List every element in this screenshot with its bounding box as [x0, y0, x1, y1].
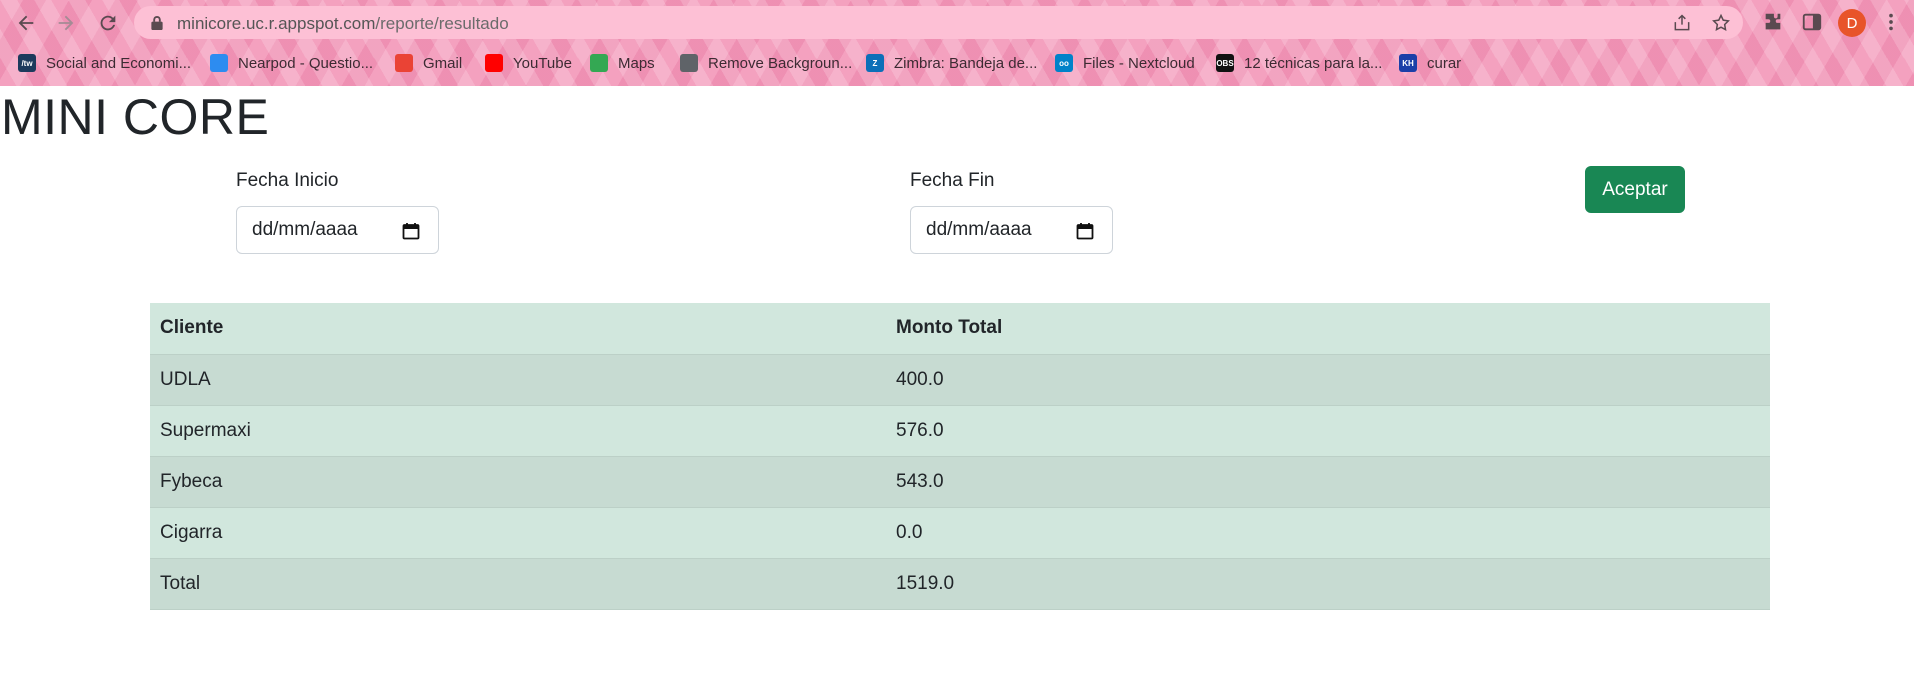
bookmark-label: Maps	[618, 54, 655, 72]
cell-cliente: Cigarra	[150, 507, 886, 559]
remove-bg-icon	[680, 54, 698, 72]
table-row: Total 1519.0	[150, 558, 1770, 610]
bookmark-item[interactable]: Z Zimbra: Bandeja de...	[866, 51, 1037, 75]
table-row: Fybeca 543.0	[150, 456, 1770, 508]
bookmark-item[interactable]: Maps	[590, 51, 655, 75]
report-table: Cliente Monto Total UDLA 400.0 Supermaxi 57…	[150, 303, 1770, 610]
forward-button[interactable]	[52, 9, 80, 37]
end-date-value: dd/mm/aaaa	[926, 219, 1032, 240]
profile-avatar[interactable]: D	[1838, 9, 1866, 37]
cell-cliente: UDLA	[150, 354, 886, 406]
bookmark-item[interactable]: Gmail	[395, 51, 462, 75]
bookmark-item[interactable]: KH curar	[1399, 51, 1461, 75]
reload-icon	[100, 15, 116, 31]
tw-icon: /tw	[18, 54, 36, 72]
bookmark-label: Zimbra: Bandeja de...	[894, 54, 1038, 72]
bookmark-item[interactable]: YouTube	[485, 51, 572, 75]
bookmark-label: curar	[1427, 54, 1462, 72]
bookmark-item[interactable]: oo Files - Nextcloud	[1055, 51, 1195, 75]
kh-icon: KH	[1399, 54, 1417, 72]
table-row: Supermaxi 576.0	[150, 405, 1770, 457]
header-monto-total: Monto Total	[886, 303, 1770, 355]
reload-button[interactable]	[94, 9, 122, 37]
bookmark-item[interactable]: Nearpod - Questio...	[210, 51, 373, 75]
youtube-icon	[485, 54, 503, 72]
nextcloud-icon: oo	[1055, 54, 1073, 72]
zimbra-icon: Z	[866, 54, 884, 72]
url-path: /reporte/resultado	[375, 14, 509, 33]
back-button[interactable]	[12, 9, 40, 37]
calendar-icon[interactable]	[402, 222, 420, 240]
browser-toolbar: minicore.uc.r.appspot.com/reporte/result…	[0, 0, 1914, 45]
bookmark-label: Remove Backgroun...	[708, 54, 853, 72]
end-date-label: Fecha Fin	[910, 170, 995, 191]
page-title: MINI CORE	[1, 89, 270, 145]
start-date-value: dd/mm/aaaa	[252, 219, 358, 240]
bookmark-label: Files - Nextcloud	[1083, 54, 1195, 72]
cell-monto-total: 400.0	[886, 354, 1770, 406]
end-date-input[interactable]: dd/mm/aaaa	[910, 206, 1113, 254]
cell-monto-total: 1519.0	[886, 558, 1770, 610]
gmail-icon	[395, 54, 413, 72]
bookmark-label: Nearpod - Questio...	[238, 54, 374, 72]
arrow-left-icon	[18, 15, 34, 31]
extensions-icon[interactable]	[1762, 11, 1784, 33]
table-header-row: Cliente Monto Total	[150, 303, 1770, 355]
cell-monto-total: 576.0	[886, 405, 1770, 457]
table-row: Cigarra 0.0	[150, 507, 1770, 559]
arrow-right-icon	[58, 15, 74, 31]
browser-chrome: minicore.uc.r.appspot.com/reporte/result…	[0, 0, 1914, 86]
obs-icon: OBS	[1216, 54, 1234, 72]
bookmark-item[interactable]: OBS 12 técnicas para la...	[1216, 51, 1382, 75]
bookmark-item[interactable]: /tw Social and Economi...	[18, 51, 191, 75]
address-bar[interactable]: minicore.uc.r.appspot.com/reporte/result…	[134, 6, 1743, 39]
share-icon[interactable]	[1672, 13, 1692, 33]
start-date-input[interactable]: dd/mm/aaaa	[236, 206, 439, 254]
bookmarks-bar: /tw Social and Economi... Nearpod - Questi…	[0, 47, 1914, 79]
kebab-menu-icon[interactable]	[1880, 11, 1902, 33]
bookmark-label: Social and Economi...	[46, 54, 192, 72]
bookmark-label: Gmail	[423, 54, 463, 72]
start-date-label: Fecha Inicio	[236, 170, 339, 191]
calendar-icon[interactable]	[1076, 222, 1094, 240]
cell-monto-total: 543.0	[886, 456, 1770, 508]
cell-cliente: Fybeca	[150, 456, 886, 508]
bookmark-label: YouTube	[513, 54, 572, 72]
cell-cliente: Supermaxi	[150, 405, 886, 457]
header-cliente: Cliente	[150, 303, 886, 355]
url-host: minicore.uc.r.appspot.com	[177, 14, 376, 33]
bookmark-item[interactable]: Remove Backgroun...	[680, 51, 852, 75]
lock-icon	[151, 16, 163, 30]
accept-button[interactable]: Aceptar	[1585, 166, 1685, 213]
cell-cliente: Total	[150, 558, 886, 610]
cell-monto-total: 0.0	[886, 507, 1770, 559]
side-panel-icon[interactable]	[1801, 11, 1823, 33]
nearpod-icon	[210, 54, 228, 72]
table-row: UDLA 400.0	[150, 354, 1770, 406]
url-text[interactable]: minicore.uc.r.appspot.com/reporte/result…	[177, 14, 509, 34]
bookmark-label: 12 técnicas para la...	[1244, 54, 1383, 72]
maps-icon	[590, 54, 608, 72]
table-body: UDLA 400.0 Supermaxi 576.0 Fybeca 543.0 Cigarr…	[150, 354, 1770, 610]
bookmark-star-icon[interactable]	[1711, 13, 1731, 33]
